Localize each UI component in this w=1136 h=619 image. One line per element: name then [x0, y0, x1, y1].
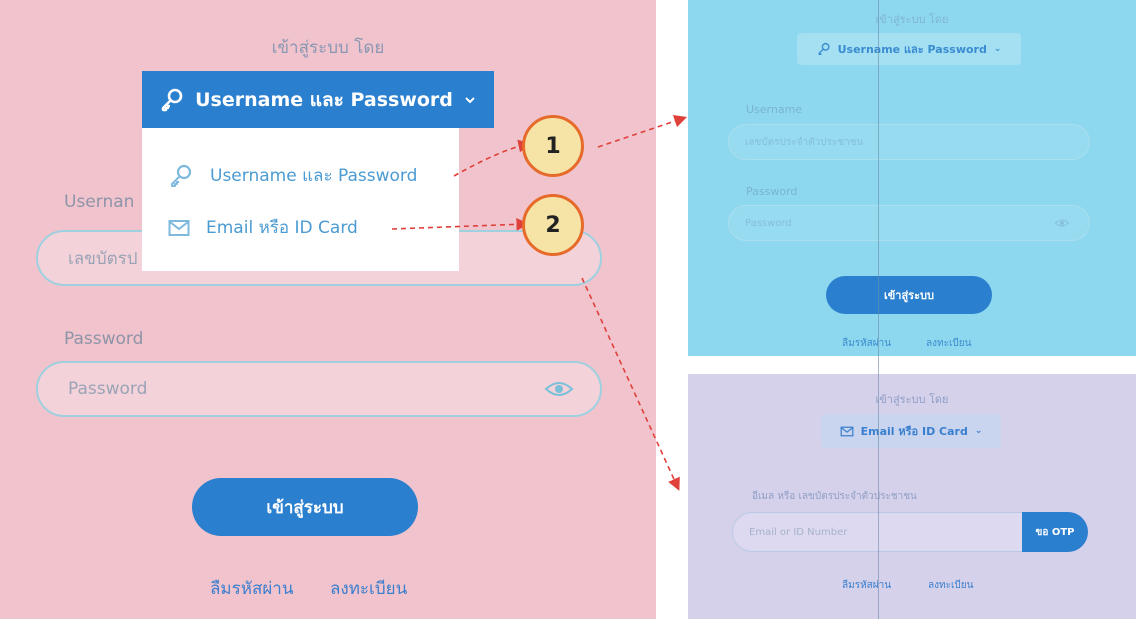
rt-username-placeholder: เลขบัตรประจำตัวประชาชน: [745, 136, 864, 148]
chevron-down-icon: ⌄: [993, 44, 1002, 54]
rt-password-placeholder: Password: [745, 217, 792, 229]
rt-login-method-dropdown[interactable]: Username และ Password ⌄: [797, 33, 1021, 65]
callout-2: 2: [522, 194, 584, 256]
rt-register-link[interactable]: ลงทะเบียน: [926, 336, 971, 351]
rt-login-method-label: Username และ Password: [837, 43, 987, 56]
rb-heading: เข้าสู่ระบบ โดย: [875, 393, 949, 406]
rb-login-method-label: Email หรือ ID Card: [860, 425, 968, 438]
rb-otp-button[interactable]: ขอ OTP: [1022, 512, 1088, 552]
chevron-down-icon: ⌄: [974, 426, 983, 436]
key-icon: [818, 42, 830, 56]
rb-login-method-dropdown[interactable]: Email หรือ ID Card ⌄: [821, 414, 1001, 448]
rt-heading: เข้าสู่ระบบ โดย: [875, 13, 949, 26]
rt-password-input[interactable]: Password: [728, 205, 1090, 241]
rb-email-placeholder: Email or ID Number: [749, 526, 848, 538]
rt-username-input[interactable]: เลขบัตรประจำตัวประชาชน: [728, 124, 1090, 160]
mail-icon: [840, 426, 854, 436]
rt-password-label: Password: [746, 185, 798, 198]
rb-forgot-password-link[interactable]: ลืมรหัสผ่าน: [842, 578, 891, 593]
divider-line: [878, 0, 879, 619]
eye-icon[interactable]: [1054, 218, 1070, 228]
rb-register-link[interactable]: ลงทะเบียน: [928, 578, 973, 593]
rb-field-label: อีเมล หรือ เลขบัตรประจำตัวประชาชน: [752, 491, 917, 502]
rt-username-label: Username: [746, 103, 803, 116]
rt-forgot-password-link[interactable]: ลืมรหัสผ่าน: [842, 336, 891, 351]
callout-1: 1: [522, 115, 584, 177]
rt-login-button[interactable]: เข้าสู่ระบบ: [826, 276, 992, 314]
